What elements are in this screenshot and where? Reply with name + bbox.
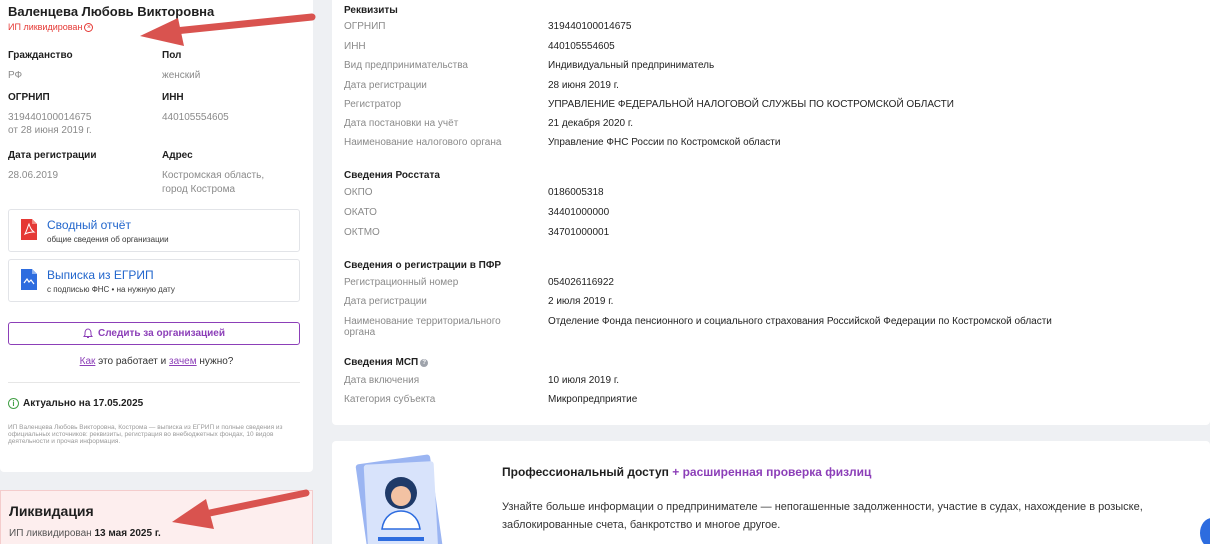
req-label: Дата регистрации <box>344 80 427 91</box>
rosstat-label: ОКТМО <box>344 227 380 238</box>
seo-description: ИП Валенцева Любовь Викторовна, Кострома… <box>8 424 283 445</box>
help-icon[interactable]: ? <box>420 359 429 367</box>
liquidation-text: ИП ликвидирован 13 мая 2025 г. <box>9 528 161 539</box>
promo-text: Узнайте больше информации о предпринимат… <box>502 501 1143 531</box>
person-name: Валенцева Любовь Викторовна <box>8 4 215 19</box>
promo-title-main: Профессиональный доступ <box>502 465 669 479</box>
how-text-2: нужно? <box>196 356 234 367</box>
summary-report-card[interactable]: Сводный отчёт общие сведения об организа… <box>8 209 300 252</box>
rosstat-value: 0186005318 <box>548 187 604 198</box>
liquidation-date: 13 мая 2025 г. <box>94 528 161 539</box>
req-value: 21 декабря 2020 г. <box>548 118 634 129</box>
summary-report-subtitle: общие сведения об организации <box>47 235 169 244</box>
address-line2: город Кострома <box>162 184 236 195</box>
person-document-illustration <box>355 454 444 544</box>
info-icon: i <box>8 398 19 409</box>
actuality-text: Актуально на 17.05.2025 <box>23 398 144 409</box>
pfr-value: 2 июля 2019 г. <box>548 296 614 307</box>
inn-value: 440105554605 <box>162 112 229 123</box>
company-summary-card: Валенцева Любовь Викторовна ИП ликвидиро… <box>0 0 313 472</box>
egrip-extract-title[interactable]: Выписка из ЕГРИП <box>47 268 154 282</box>
gender-value: женский <box>162 70 201 81</box>
msp-title: Сведения МСП? <box>344 357 429 368</box>
msp-label: Категория субъекта <box>344 394 436 405</box>
req-value: Управление ФНС России по Костромской обл… <box>548 137 781 148</box>
address-label: Адрес <box>162 150 193 161</box>
reg-date-label: Дата регистрации <box>8 150 97 161</box>
req-label: Дата постановки на учёт <box>344 118 459 129</box>
egrip-extract-subtitle: с подписью ФНС • на нужную дату <box>47 285 175 294</box>
requisites-title: Реквизиты <box>344 5 398 16</box>
msp-label: Дата включения <box>344 375 420 386</box>
req-value: 319440100014675 <box>548 21 632 32</box>
ogrnip-value: 319440100014675 <box>8 112 92 123</box>
req-label: Регистратор <box>344 99 402 110</box>
status-text: ИП ликвидирован <box>8 22 83 32</box>
divider <box>8 382 300 383</box>
citizenship-value: РФ <box>8 70 23 81</box>
gender-label: Пол <box>162 50 182 61</box>
close-circle-icon: × <box>84 22 94 32</box>
pfr-value: 054026116922 <box>548 277 614 288</box>
follow-button-label: Следить за организацией <box>97 328 226 339</box>
inn-label: ИНН <box>162 92 184 103</box>
doc-sign-icon <box>21 269 37 290</box>
how-it-works-line: Как это работает и зачем нужно? <box>0 356 313 367</box>
pfr-title: Сведения о регистрации в ПФР <box>344 260 502 271</box>
req-value: Индивидуальный предприниматель <box>548 60 715 71</box>
why-link[interactable]: зачем <box>169 356 197 367</box>
promo-title-accent: + расширенная проверка физлиц <box>668 465 872 479</box>
rosstat-value: 34701000001 <box>548 227 610 238</box>
address-line1: Костромская область, <box>162 170 265 181</box>
actuality-info: i Актуально на 17.05.2025 <box>8 398 143 409</box>
liquidation-title: Ликвидация <box>9 503 94 519</box>
rosstat-label: ОКАТО <box>344 207 377 218</box>
how-text-1: это работает и <box>95 356 170 367</box>
pfr-value: Отделение Фонда пенсионного и социальног… <box>548 316 1052 327</box>
pro-access-promo: Профессиональный доступ + расширенная пр… <box>332 441 1210 544</box>
liquidation-card: Ликвидация ИП ликвидирован 13 мая 2025 г… <box>0 490 313 544</box>
pfr-label: Дата регистрации <box>344 296 427 307</box>
reg-date-value: 28.06.2019 <box>8 170 59 181</box>
summary-report-title[interactable]: Сводный отчёт <box>47 218 131 232</box>
promo-title: Профессиональный доступ + расширенная пр… <box>502 465 871 479</box>
egrip-extract-card[interactable]: Выписка из ЕГРИП с подписью ФНС • на нуж… <box>8 259 300 302</box>
citizenship-label: Гражданство <box>8 50 73 61</box>
pfr-label: Наименование территориального органа <box>344 316 501 338</box>
how-link[interactable]: Как <box>80 356 96 367</box>
msp-title-text: Сведения МСП <box>344 357 419 368</box>
ogrnip-date: от 28 июня 2019 г. <box>8 125 92 136</box>
req-label: Наименование налогового органа <box>344 137 502 148</box>
req-value: УПРАВЛЕНИЕ ФЕДЕРАЛЬНОЙ НАЛОГОВОЙ СЛУЖБЫ … <box>548 99 954 110</box>
bell-icon <box>83 328 93 338</box>
rosstat-label: ОКПО <box>344 187 373 198</box>
pdf-icon <box>21 219 37 240</box>
msp-value: Микропредприятие <box>548 394 638 405</box>
req-label: ОГРНИП <box>344 21 386 32</box>
req-label: Вид предпринимательства <box>344 60 468 71</box>
msp-value: 10 июля 2019 г. <box>548 375 620 386</box>
rosstat-title: Сведения Росстата <box>344 170 440 181</box>
req-value: 28 июня 2019 г. <box>548 80 619 91</box>
requisites-card: Реквизиты ОГРНИП 319440100014675 ИНН 440… <box>332 0 1210 425</box>
rosstat-value: 34401000000 <box>548 207 610 218</box>
liquidation-prefix: ИП ликвидирован <box>9 528 95 539</box>
ogrnip-label: ОГРНИП <box>8 92 50 103</box>
req-value: 440105554605 <box>548 41 615 52</box>
follow-organization-button[interactable]: Следить за организацией <box>8 322 300 345</box>
req-label: ИНН <box>344 41 366 52</box>
pfr-label: Регистрационный номер <box>344 277 459 288</box>
status-line: ИП ликвидирован × <box>8 22 94 32</box>
